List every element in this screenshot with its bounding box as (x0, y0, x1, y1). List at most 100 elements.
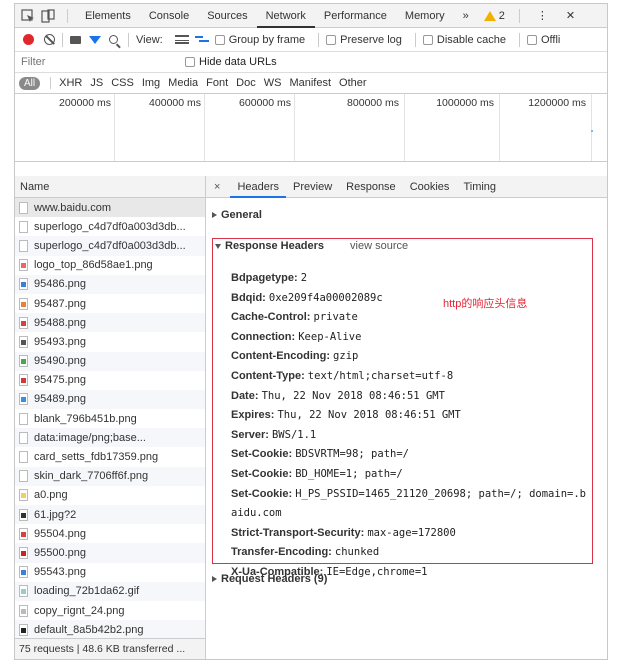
file-icon (19, 585, 28, 598)
tab-performance[interactable]: Performance (315, 4, 396, 28)
response-header-line: Set-Cookie: H_PS_PSSID=1465_21120_20698;… (231, 485, 592, 505)
header-value: IE=Edge,chrome=1 (326, 565, 428, 578)
network-split-view: Name www.baidu.com superlogo_c4d7df0a003d… (15, 176, 607, 659)
file-icon (19, 355, 28, 368)
preserve-log-checkbox[interactable] (326, 34, 337, 45)
request-row[interactable]: data:image/png;base... (15, 428, 205, 448)
request-row[interactable]: 95486.png (15, 274, 205, 294)
type-filter-js[interactable]: JS (90, 77, 103, 89)
request-row[interactable]: loading_72b1da62.gif (15, 581, 205, 601)
tab-network[interactable]: Network (256, 4, 315, 28)
request-row[interactable]: copy_rignt_24.png (15, 601, 205, 620)
disable-cache-checkbox[interactable] (422, 34, 433, 45)
type-filter-xhr[interactable]: XHR (59, 77, 82, 89)
file-icon (19, 451, 28, 464)
group-by-frame-checkbox[interactable] (214, 34, 225, 45)
tab-cookies[interactable]: Cookies (403, 176, 457, 198)
type-filter-doc[interactable]: Doc (236, 77, 256, 89)
file-icon (19, 623, 28, 636)
request-name: www.baidu.com (34, 201, 112, 214)
request-row[interactable]: superlogo_c4d7df0a003d3db... (15, 217, 205, 236)
request-row[interactable]: 95490.png (15, 351, 205, 371)
tab-elements[interactable]: Elements (76, 4, 140, 28)
request-row[interactable]: superlogo_c4d7df0a003d3db... (15, 236, 205, 256)
type-filter-css[interactable]: CSS (111, 77, 134, 89)
group-by-frame-label: Group by frame (228, 33, 306, 46)
kebab-menu-icon[interactable]: ⋮ (528, 4, 557, 28)
type-filter-font[interactable]: Font (206, 77, 228, 89)
request-row[interactable]: www.baidu.com (15, 198, 205, 218)
clear-icon[interactable] (44, 34, 55, 45)
request-row[interactable]: 95500.png (15, 543, 205, 563)
record-icon[interactable] (23, 34, 34, 45)
request-name: 95543.png (34, 566, 86, 579)
tab-timing[interactable]: Timing (456, 176, 503, 198)
large-rows-icon[interactable] (174, 35, 189, 44)
request-name: logo_top_86d58ae1.png (34, 259, 153, 272)
request-row[interactable]: logo_top_86d58ae1.png (15, 256, 205, 275)
request-row[interactable]: card_setts_fdb17359.png (15, 447, 205, 466)
type-filter-ws[interactable]: WS (264, 77, 282, 89)
header-value: gzip (333, 350, 359, 363)
device-toolbar-icon[interactable] (39, 7, 57, 25)
request-name: 95500.png (34, 546, 86, 559)
request-row[interactable]: 95493.png (15, 332, 205, 351)
request-headers-toggle[interactable]: Request Headers (9) (206, 570, 327, 588)
toolbar-divider (518, 32, 520, 47)
type-filter-img[interactable]: Img (142, 77, 160, 89)
tab-response[interactable]: Response (339, 176, 403, 198)
request-row[interactable]: skin_dark_7706ff6f.png (15, 466, 205, 486)
file-icon (19, 604, 28, 617)
close-detail-icon[interactable]: × (214, 181, 220, 193)
request-row[interactable]: blank_796b451b.png (15, 409, 205, 428)
request-name: superlogo_c4d7df0a003d3db... (34, 239, 186, 252)
tab-sources[interactable]: Sources (198, 4, 256, 28)
request-name: 95488.png (34, 316, 86, 329)
file-icon (19, 566, 28, 579)
close-devtools-icon[interactable]: ✕ (557, 4, 584, 28)
offline-checkbox[interactable] (526, 34, 537, 45)
name-column-header[interactable]: Name (15, 176, 205, 198)
filter-icon[interactable] (89, 35, 101, 44)
response-header-line: aidu.com (231, 504, 592, 524)
request-row[interactable]: 61.jpg?2 (15, 505, 205, 525)
timeline-overview[interactable]: 200000 ms 400000 ms 600000 ms 800000 ms … (15, 94, 607, 162)
request-row[interactable]: 95489.png (15, 389, 205, 410)
request-row[interactable]: 95504.png (15, 524, 205, 543)
response-headers-toggle[interactable]: Response Headers view source (213, 239, 592, 253)
response-header-line: Content-Encoding: gzip (231, 347, 592, 367)
response-headers-annotation: http的响应头信息 (443, 298, 528, 310)
request-row[interactable]: 95487.png (15, 294, 205, 313)
type-filter-other[interactable]: Other (339, 77, 367, 89)
request-row[interactable]: 95475.png (15, 371, 205, 390)
search-icon[interactable] (109, 35, 118, 44)
type-filter-all[interactable]: All (19, 76, 41, 90)
waterfall-view-icon[interactable] (194, 35, 209, 44)
type-filter-media[interactable]: Media (168, 77, 198, 89)
view-source-link[interactable]: view source (350, 240, 408, 252)
warnings-badge[interactable]: 2 (478, 10, 511, 22)
request-row[interactable]: 95543.png (15, 563, 205, 582)
response-header-line: Set-Cookie: BD_HOME=1; path=/ (231, 465, 592, 485)
timeline-tick: 400000 ms (149, 97, 201, 109)
hide-data-urls-label: Hide data URLs (199, 56, 277, 68)
screenshot-icon[interactable] (70, 35, 81, 44)
hide-data-urls-checkbox[interactable] (185, 57, 195, 67)
general-section-toggle[interactable]: General (206, 202, 607, 228)
offline-label: Offli (540, 33, 561, 46)
type-filter-manifest[interactable]: Manifest (289, 77, 331, 89)
request-row[interactable]: default_8a5b42b2.png (15, 620, 205, 638)
request-row[interactable]: 95488.png (15, 313, 205, 333)
tab-preview[interactable]: Preview (286, 176, 339, 198)
filter-input[interactable] (21, 56, 181, 68)
request-row[interactable]: a0.png (15, 486, 205, 505)
inspect-element-icon[interactable] (19, 7, 37, 25)
more-tabs-button[interactable]: » (454, 4, 478, 28)
header-key: Cache-Control: (231, 311, 311, 324)
timeline-gridline (591, 94, 592, 161)
tab-console[interactable]: Console (140, 4, 198, 28)
tab-headers[interactable]: Headers (230, 176, 287, 198)
tab-memory[interactable]: Memory (396, 4, 454, 28)
header-value: private (313, 311, 358, 324)
header-key: Bdpagetype: (231, 272, 298, 284)
